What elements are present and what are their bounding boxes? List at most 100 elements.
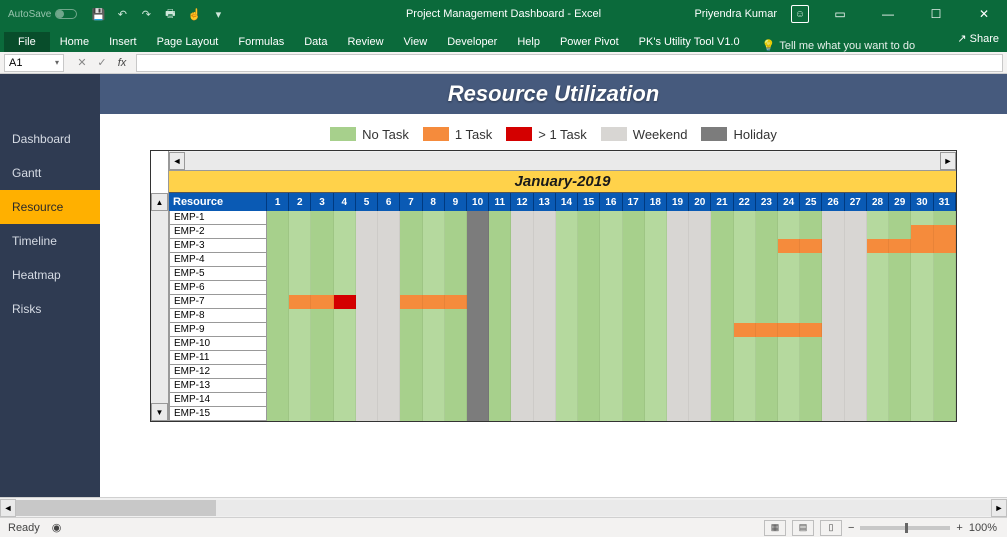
grid-cell[interactable]	[445, 253, 467, 267]
grid-cell[interactable]	[623, 225, 645, 239]
grid-cell[interactable]	[600, 295, 622, 309]
tell-me-search[interactable]: 💡 Tell me what you want to do	[762, 39, 915, 52]
grid-cell[interactable]	[734, 309, 756, 323]
grid-cell[interactable]	[289, 393, 311, 407]
grid-cell[interactable]	[623, 379, 645, 393]
grid-cell[interactable]	[645, 351, 667, 365]
grid-cell[interactable]	[667, 407, 689, 421]
grid-cell[interactable]	[578, 323, 600, 337]
sidebar-item-gantt[interactable]: Gantt	[0, 156, 100, 190]
grid-cell[interactable]	[578, 239, 600, 253]
grid-cell[interactable]	[378, 211, 400, 225]
sidebar-item-timeline[interactable]: Timeline	[0, 224, 100, 258]
grid-cell[interactable]	[756, 337, 778, 351]
grid-cell[interactable]	[600, 337, 622, 351]
grid-cell[interactable]	[334, 365, 356, 379]
grid-cell[interactable]	[311, 295, 333, 309]
grid-cell[interactable]	[734, 365, 756, 379]
zoom-level[interactable]: 100%	[969, 522, 997, 534]
grid-cell[interactable]	[467, 407, 489, 421]
grid-cell[interactable]	[556, 267, 578, 281]
grid-cell[interactable]	[378, 295, 400, 309]
grid-cell[interactable]	[267, 239, 289, 253]
grid-cell[interactable]	[311, 351, 333, 365]
grid-cell[interactable]	[867, 267, 889, 281]
resource-name-cell[interactable]: EMP-3	[169, 239, 267, 253]
grid-cell[interactable]	[311, 267, 333, 281]
grid-cell[interactable]	[267, 225, 289, 239]
grid-cell[interactable]	[423, 267, 445, 281]
grid-cell[interactable]	[423, 253, 445, 267]
grid-cell[interactable]	[645, 239, 667, 253]
grid-cell[interactable]	[334, 337, 356, 351]
grid-cell[interactable]	[689, 337, 711, 351]
grid-cell[interactable]	[623, 295, 645, 309]
grid-cell[interactable]	[800, 323, 822, 337]
resource-name-cell[interactable]: EMP-12	[169, 365, 267, 379]
grid-cell[interactable]	[734, 393, 756, 407]
grid-cell[interactable]	[667, 337, 689, 351]
grid-cell[interactable]	[267, 211, 289, 225]
grid-cell[interactable]	[845, 211, 867, 225]
grid-cell[interactable]	[800, 295, 822, 309]
grid-cell[interactable]	[489, 211, 511, 225]
grid-cell[interactable]	[356, 379, 378, 393]
grid-cell[interactable]	[689, 239, 711, 253]
grid-cell[interactable]	[845, 309, 867, 323]
grid-cell[interactable]	[667, 351, 689, 365]
grid-cell[interactable]	[689, 295, 711, 309]
sidebar-item-heatmap[interactable]: Heatmap	[0, 258, 100, 292]
grid-cell[interactable]	[867, 393, 889, 407]
grid-cell[interactable]	[423, 239, 445, 253]
grid-cell[interactable]	[889, 365, 911, 379]
grid-cell[interactable]	[423, 393, 445, 407]
grid-cell[interactable]	[289, 267, 311, 281]
grid-cell[interactable]	[556, 337, 578, 351]
macro-record-icon[interactable]: ◉	[52, 521, 62, 534]
grid-cell[interactable]	[845, 407, 867, 421]
grid-cell[interactable]	[511, 225, 533, 239]
grid-cell[interactable]	[600, 239, 622, 253]
grid-cell[interactable]	[645, 323, 667, 337]
grid-cell[interactable]	[911, 379, 933, 393]
grid-cell[interactable]	[889, 225, 911, 239]
grid-cell[interactable]	[378, 393, 400, 407]
grid-cell[interactable]	[334, 225, 356, 239]
grid-cell[interactable]	[778, 365, 800, 379]
grid-cell[interactable]	[645, 225, 667, 239]
grid-cell[interactable]	[756, 407, 778, 421]
grid-cell[interactable]	[511, 309, 533, 323]
grid-cell[interactable]	[711, 309, 733, 323]
grid-cell[interactable]	[445, 393, 467, 407]
grid-cell[interactable]	[756, 253, 778, 267]
grid-cell[interactable]	[800, 337, 822, 351]
grid-cell[interactable]	[600, 365, 622, 379]
grid-cell[interactable]	[711, 253, 733, 267]
grid-cell[interactable]	[867, 407, 889, 421]
grid-cell[interactable]	[445, 267, 467, 281]
resource-name-cell[interactable]: EMP-5	[169, 267, 267, 281]
grid-cell[interactable]	[600, 323, 622, 337]
grid-cell[interactable]	[423, 337, 445, 351]
grid-cell[interactable]	[867, 211, 889, 225]
grid-cell[interactable]	[822, 309, 844, 323]
grid-cell[interactable]	[778, 239, 800, 253]
grid-cell[interactable]	[800, 365, 822, 379]
grid-cell[interactable]	[511, 281, 533, 295]
grid-cell[interactable]	[600, 393, 622, 407]
grid-cell[interactable]	[534, 351, 556, 365]
grid-cell[interactable]	[556, 239, 578, 253]
grid-cell[interactable]	[734, 253, 756, 267]
grid-cell[interactable]	[911, 211, 933, 225]
grid-cell[interactable]	[667, 393, 689, 407]
grid-cell[interactable]	[289, 225, 311, 239]
grid-cell[interactable]	[756, 379, 778, 393]
grid-cell[interactable]	[311, 309, 333, 323]
grid-cell[interactable]	[423, 407, 445, 421]
grid-cell[interactable]	[845, 323, 867, 337]
resource-name-cell[interactable]: EMP-9	[169, 323, 267, 337]
grid-cell[interactable]	[711, 365, 733, 379]
grid-cell[interactable]	[378, 379, 400, 393]
grid-cell[interactable]	[800, 393, 822, 407]
grid-cell[interactable]	[867, 323, 889, 337]
